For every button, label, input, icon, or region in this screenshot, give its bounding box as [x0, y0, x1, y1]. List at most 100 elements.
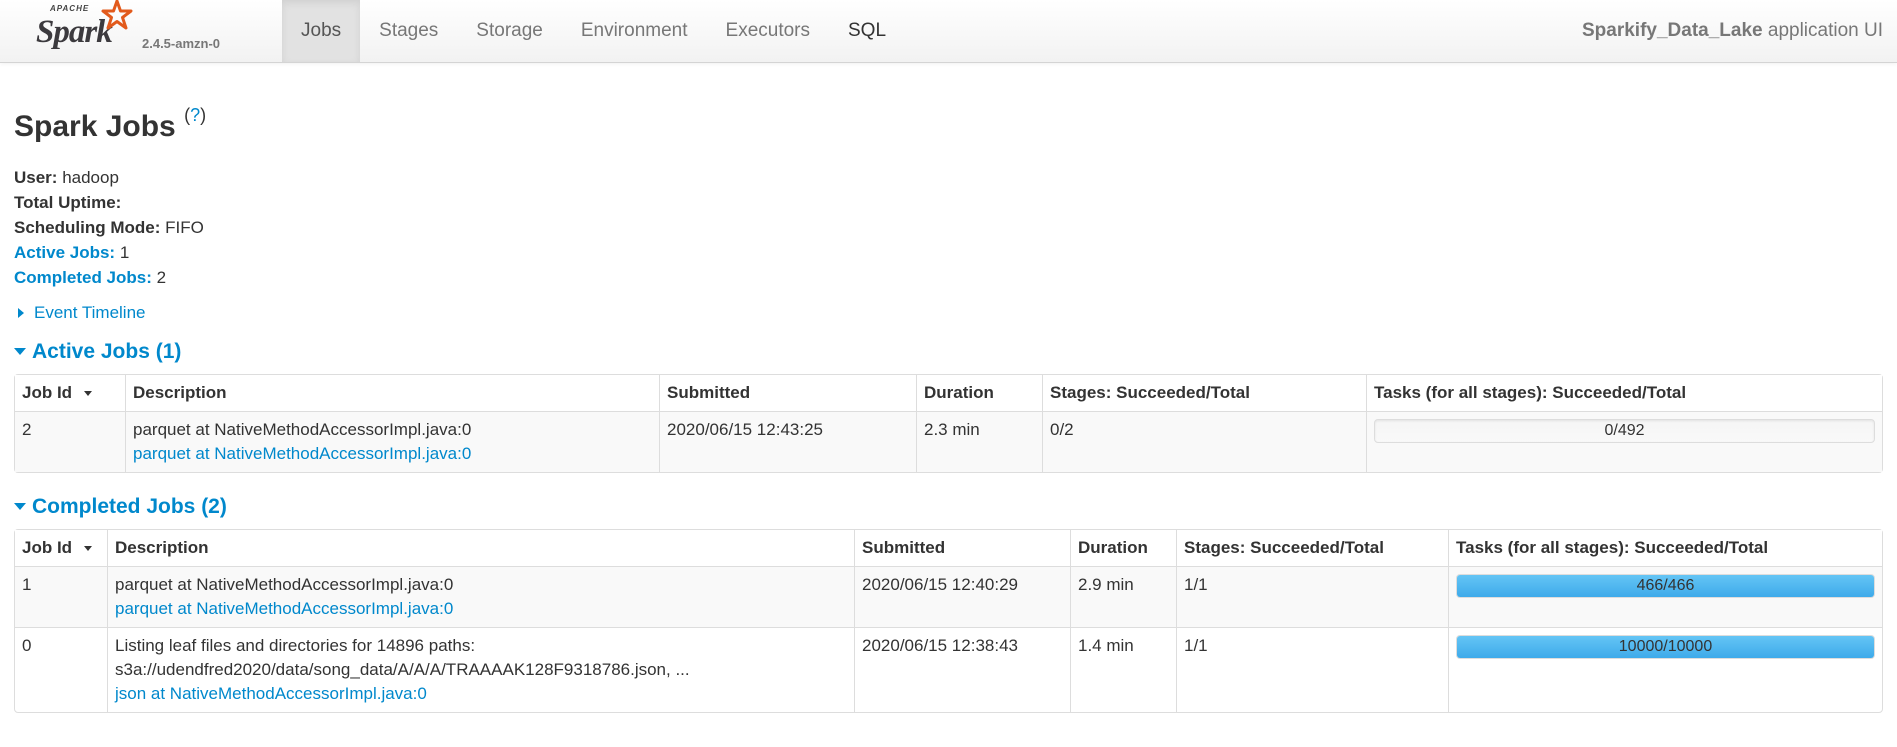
submitted-cell: 2020/06/15 12:38:43 [854, 627, 1070, 712]
event-timeline-label: Event Timeline [34, 303, 146, 322]
user-label: User: [14, 168, 58, 187]
col-description[interactable]: Description [125, 375, 659, 411]
col-stages[interactable]: Stages: Succeeded/Total [1176, 530, 1448, 566]
tab-storage[interactable]: Storage [457, 0, 562, 62]
table-row: 1 parquet at NativeMethodAccessorImpl.ja… [15, 566, 1882, 627]
active-jobs-heading-text: Active Jobs (1) [32, 340, 182, 363]
col-duration[interactable]: Duration [916, 375, 1042, 411]
col-job-id-label: Job Id [22, 383, 73, 402]
submitted-cell: 2020/06/15 12:43:25 [659, 411, 916, 472]
completed-jobs-link[interactable]: Completed Jobs: [14, 268, 152, 287]
summary-active-jobs: Active Jobs: 1 [14, 240, 1883, 265]
nav-tabs: Jobs Stages Storage Environment Executor… [282, 0, 905, 62]
page-title-text: Spark Jobs [14, 110, 176, 143]
job-description-path: s3a://udendfred2020/data/song_data/A/A/A… [115, 660, 690, 679]
description-cell: Listing leaf files and directories for 1… [107, 627, 854, 712]
tasks-cell: 10000/10000 [1448, 627, 1882, 712]
sort-desc-icon [84, 546, 93, 552]
submitted-cell: 2020/06/15 12:40:29 [854, 566, 1070, 627]
col-tasks[interactable]: Tasks (for all stages): Succeeded/Total [1366, 375, 1882, 411]
help-tooltip: (?) [184, 105, 207, 125]
summary-user: User: hadoop [14, 165, 1883, 190]
tab-executors[interactable]: Executors [707, 0, 829, 62]
tasks-progress-bar: 10000/10000 [1456, 635, 1875, 659]
spark-version: 2.4.5-amzn-0 [142, 36, 221, 51]
active-jobs-heading[interactable]: Active Jobs (1) [14, 339, 1883, 365]
col-submitted[interactable]: Submitted [659, 375, 916, 411]
job-description: parquet at NativeMethodAccessorImpl.java… [115, 575, 454, 594]
job-id-cell: 2 [15, 411, 125, 472]
active-jobs-table: Job Id Description Submitted Duration St… [14, 374, 1883, 473]
tab-sql[interactable]: SQL [829, 0, 905, 62]
job-id-cell: 0 [15, 627, 107, 712]
uptime-label: Total Uptime: [14, 193, 122, 212]
job-id-cell: 1 [15, 566, 107, 627]
job-description: Listing leaf files and directories for 1… [115, 636, 476, 655]
tasks-progress-text: 466/466 [1636, 577, 1695, 594]
collapse-arrow-icon [14, 502, 26, 510]
expand-arrow-icon [18, 308, 24, 319]
user-value: hadoop [57, 168, 119, 187]
mode-value: FIFO [160, 218, 204, 237]
completed-value: 2 [151, 268, 167, 287]
tasks-progress-bar: 466/466 [1456, 574, 1875, 598]
stages-cell: 1/1 [1176, 627, 1448, 712]
table-row: 0 Listing leaf files and directories for… [15, 627, 1882, 712]
main-content: Spark Jobs (?) User: hadoop Total Uptime… [0, 63, 1897, 713]
active-jobs-link[interactable]: Active Jobs: [14, 243, 115, 262]
duration-cell: 2.9 min [1070, 566, 1176, 627]
completed-label: Completed Jobs: [14, 268, 152, 287]
event-timeline-toggle[interactable]: Event Timeline [14, 302, 1883, 324]
app-name: Sparkify_Data_Lake [1581, 20, 1763, 41]
summary-scheduling-mode: Scheduling Mode: FIFO [14, 215, 1883, 240]
tasks-cell: 466/466 [1448, 566, 1882, 627]
spark-logo[interactable]: APACHE Spark [36, 0, 136, 52]
col-stages[interactable]: Stages: Succeeded/Total [1042, 375, 1366, 411]
table-row: 2 parquet at NativeMethodAccessorImpl.ja… [15, 411, 1882, 472]
col-job-id-label: Job Id [22, 538, 73, 557]
col-tasks[interactable]: Tasks (for all stages): Succeeded/Total [1448, 530, 1882, 566]
collapse-arrow-icon [14, 347, 26, 355]
col-job-id[interactable]: Job Id [15, 375, 125, 411]
col-duration[interactable]: Duration [1070, 530, 1176, 566]
table-header-row: Job Id Description Submitted Duration St… [15, 375, 1882, 411]
active-value: 1 [115, 243, 130, 262]
job-description-link[interactable]: parquet at NativeMethodAccessorImpl.java… [115, 599, 453, 618]
completed-jobs-table: Job Id Description Submitted Duration St… [14, 529, 1883, 713]
spark-star-icon [101, 0, 133, 30]
col-submitted[interactable]: Submitted [854, 530, 1070, 566]
tasks-progress-text: 10000/10000 [1618, 638, 1713, 655]
logo-apache-text: APACHE [50, 4, 90, 13]
stages-cell: 0/2 [1042, 411, 1366, 472]
col-description[interactable]: Description [107, 530, 854, 566]
jobs-summary: User: hadoop Total Uptime: Scheduling Mo… [14, 165, 1883, 290]
duration-cell: 1.4 min [1070, 627, 1176, 712]
completed-jobs-heading[interactable]: Completed Jobs (2) [14, 494, 1883, 520]
active-label: Active Jobs: [14, 243, 116, 262]
tasks-progress-text: 0/492 [1604, 422, 1645, 439]
navbar: APACHE Spark 2.4.5-amzn-0 Jobs Stages St… [0, 0, 1897, 63]
description-cell: parquet at NativeMethodAccessorImpl.java… [125, 411, 659, 472]
col-job-id[interactable]: Job Id [15, 530, 107, 566]
tab-stages[interactable]: Stages [360, 0, 457, 62]
help-link[interactable]: ? [190, 105, 200, 125]
tasks-progress-bar: 0/492 [1374, 419, 1875, 443]
job-description-link[interactable]: json at NativeMethodAccessorImpl.java:0 [115, 684, 427, 703]
job-description-link[interactable]: parquet at NativeMethodAccessorImpl.java… [133, 444, 471, 463]
summary-completed-jobs: Completed Jobs: 2 [14, 265, 1883, 290]
tasks-cell: 0/492 [1366, 411, 1882, 472]
stages-cell: 1/1 [1176, 566, 1448, 627]
completed-jobs-heading-text: Completed Jobs (2) [32, 495, 227, 518]
tab-jobs[interactable]: Jobs [282, 0, 361, 62]
tab-environment[interactable]: Environment [562, 0, 707, 62]
sort-desc-icon [84, 391, 93, 397]
brand[interactable]: APACHE Spark 2.4.5-amzn-0 [36, 0, 246, 62]
application-title: Sparkify_Data_Lake application UI [1582, 0, 1883, 62]
mode-label: Scheduling Mode: [14, 218, 161, 237]
table-header-row: Job Id Description Submitted Duration St… [15, 530, 1882, 566]
app-suffix: application UI [1762, 20, 1883, 41]
duration-cell: 2.3 min [916, 411, 1042, 472]
job-description: parquet at NativeMethodAccessorImpl.java… [133, 420, 472, 439]
summary-uptime: Total Uptime: [14, 190, 1883, 215]
description-cell: parquet at NativeMethodAccessorImpl.java… [107, 566, 854, 627]
